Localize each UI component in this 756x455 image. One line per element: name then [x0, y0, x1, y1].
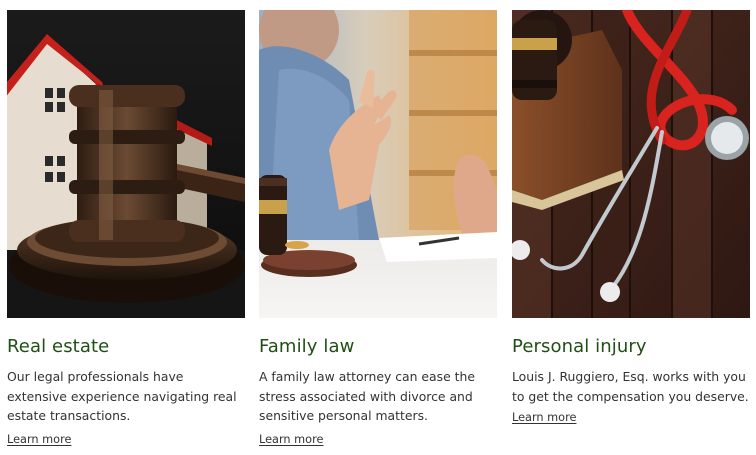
- card-title: Real estate: [7, 336, 110, 357]
- practice-card-real-estate: Real estate Our legal professionals have…: [7, 10, 245, 447]
- card-title: Family law: [259, 336, 355, 357]
- card-description: Louis J. Ruggiero, Esq. works with you t…: [512, 369, 749, 404]
- practice-card-family-law: Family law A family law attorney can eas…: [259, 10, 497, 447]
- learn-more-link[interactable]: Learn more: [7, 433, 71, 446]
- learn-more-link[interactable]: Learn more: [512, 411, 576, 424]
- card-description: Our legal professionals have extensive e…: [7, 369, 237, 423]
- family-law-consultation-photo[interactable]: [259, 10, 497, 318]
- gavel-and-house-photo[interactable]: [7, 10, 245, 318]
- card-description: A family law attorney can ease the stres…: [259, 369, 475, 423]
- practice-areas-grid: Real estate Our legal professionals have…: [0, 0, 756, 455]
- card-title: Personal injury: [512, 336, 647, 357]
- stethoscope-gavel-book-photo[interactable]: [512, 10, 750, 318]
- learn-more-link[interactable]: Learn more: [259, 433, 323, 446]
- practice-card-personal-injury: Personal injury Louis J. Ruggiero, Esq. …: [512, 10, 750, 425]
